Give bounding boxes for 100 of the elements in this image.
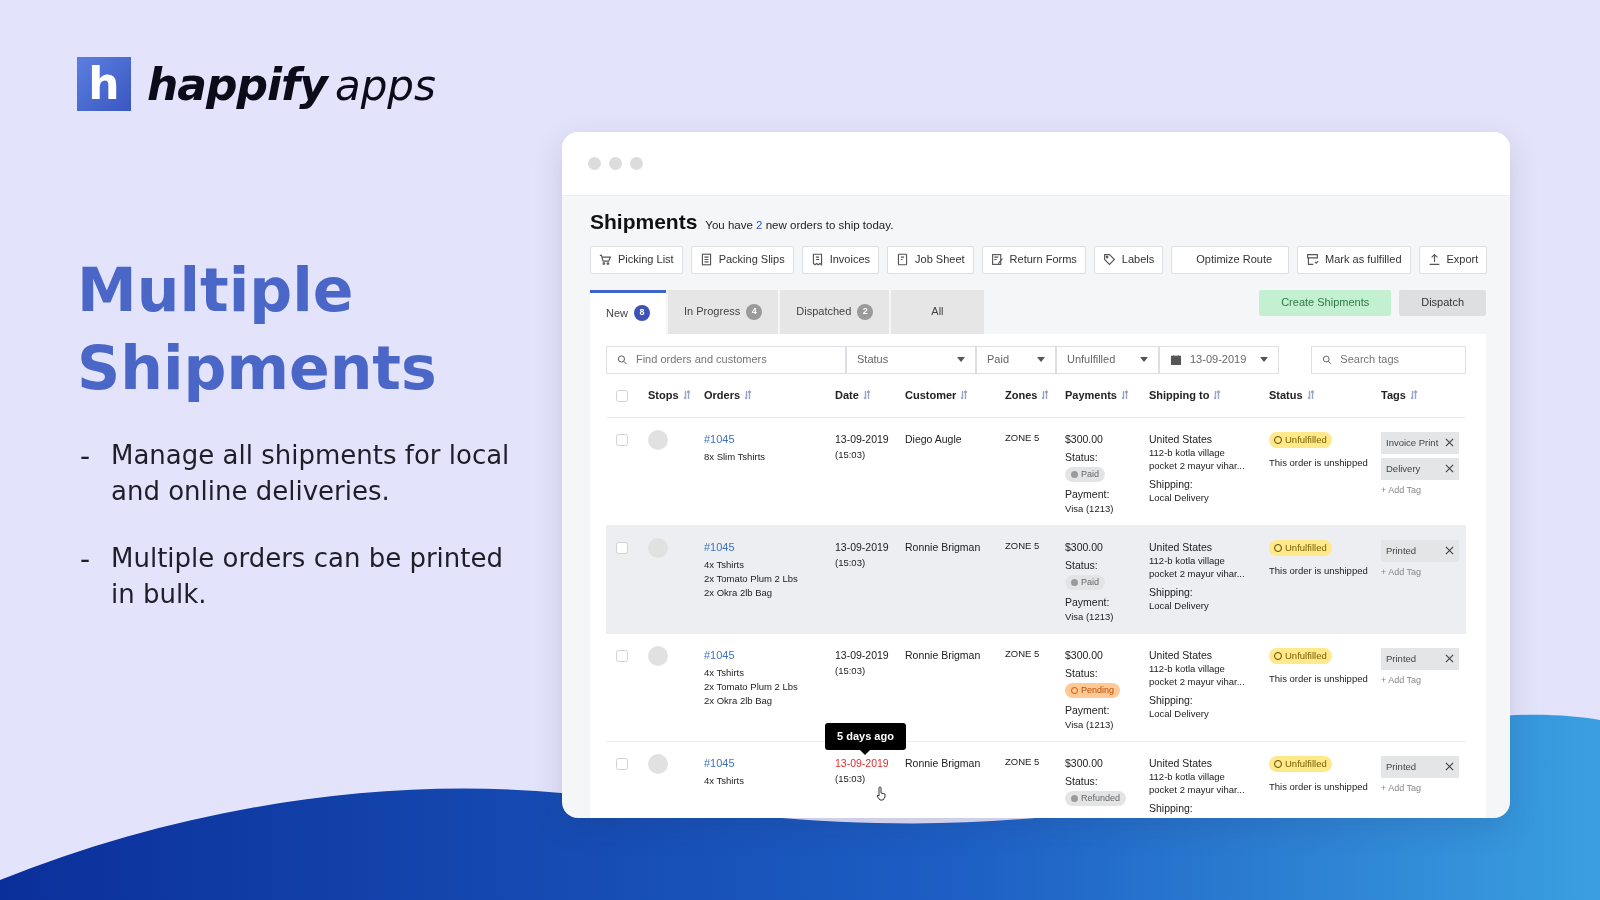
add-tag-link[interactable]: + Add Tag [1381,781,1466,796]
checkbox[interactable] [616,390,628,402]
column-header[interactable]: Payments [1065,386,1117,404]
tab[interactable]: New 8 [590,289,666,334]
form-icon [990,253,1004,266]
action-button[interactable]: Dispatch [1399,289,1486,316]
order-date: 13-09-2019 [835,431,889,446]
dropdown[interactable]: Status [846,345,976,374]
page-title: Shipments [590,209,698,235]
tag-chip[interactable]: Printed [1381,755,1459,778]
address-line: 112-b kotla village [1149,445,1226,460]
amount: $300.00 [1065,431,1104,446]
toolbar-button[interactable]: Job Sheet [887,245,974,274]
order-link[interactable]: #1045 [704,647,735,663]
order-date: 13-09-2019 [835,755,889,770]
order-time: (15:03) [835,448,866,463]
dropdown[interactable]: Unfulfilled [1056,345,1159,374]
search-field[interactable]: Search tags [1340,351,1455,368]
add-tag-link[interactable]: + Add Tag [1381,484,1466,498]
checkbox[interactable] [616,433,628,446]
date-picker[interactable]: 13-09-2019 [1159,345,1279,374]
search-field[interactable]: Find orders and customers [635,351,835,368]
payment-status-badge: Pending [1065,682,1121,699]
zone-text: ZONE 5 [1005,755,1041,769]
order-date: 13-09-2019 [835,647,889,662]
caret-icon [1037,357,1045,362]
column-header[interactable]: Stops [648,386,679,404]
country: United States [1149,431,1214,446]
order-time: (15:03) [835,556,866,571]
sort-icon [1121,390,1129,400]
column-header[interactable]: Customer [905,386,957,404]
address-line: pocket 2 mayur vihar... [1149,459,1246,474]
search-box[interactable]: Search tags [1311,345,1466,374]
tag-chip[interactable]: Printed [1381,539,1459,562]
order-item: 4x Tshirts [704,774,745,789]
order-date: 13-09-2019 [835,539,889,554]
status-note: This order is unshipped [1269,564,1369,579]
amount: $300.00 [1065,539,1104,554]
count-badge: 4 [746,303,763,320]
column-header[interactable]: Status [1269,386,1303,404]
shipping-method: Local Delivery [1149,491,1210,506]
order-link[interactable]: #1045 [704,539,735,555]
toolbar-button[interactable]: Packing Slips [690,245,794,274]
search-box[interactable]: Find orders and customers [606,345,846,374]
checkbox[interactable] [616,541,628,554]
field-label: Shipping: [1149,801,1194,816]
toolbar-button[interactable]: Picking List [590,245,683,274]
toolbar-button[interactable]: Invoices [801,245,880,274]
field-label: Shipping: [1149,693,1194,708]
sort-icon [1041,390,1050,400]
toolbar-button[interactable]: Labels [1093,245,1164,274]
caret-icon [1260,357,1268,362]
column-header[interactable]: Zones [1005,386,1038,404]
field-label: Shipping: [1149,477,1194,492]
tab[interactable]: All [891,289,984,334]
upload-icon [1427,253,1441,266]
column-header[interactable]: Shipping to [1149,386,1210,404]
status-note: This order is unshipped [1269,456,1369,471]
column-header[interactable]: Date [835,386,859,404]
column-header[interactable]: Orders [704,386,741,404]
column-header[interactable]: Tags [1381,386,1406,404]
payment-status-badge: Paid [1065,574,1105,591]
order-link[interactable]: #1045 [704,755,735,771]
payment-status-badge: Refunded [1065,790,1127,807]
address-line: pocket 2 mayur vihar... [1149,675,1246,690]
toolbar-button[interactable]: Optimize Route [1171,245,1290,274]
sort-icon [744,390,753,400]
window-dot[interactable] [588,157,601,170]
dropdown[interactable]: Paid [976,345,1056,374]
order-item: 2x Okra 2lb Bag [704,585,774,600]
toolbar-button[interactable]: Return Forms [981,245,1086,274]
window-dot[interactable] [630,157,643,170]
customer-name: Diego Augle [905,431,963,446]
tab[interactable]: In Progress 4 [668,289,779,334]
toolbar-button[interactable]: Export [1418,245,1488,274]
bullet-text: Multiple orders can be printed in bulk. [111,541,504,612]
card-text: Visa (1213) [1065,717,1115,732]
add-tag-link[interactable]: + Add Tag [1381,673,1466,688]
brand-suffix: apps [334,60,436,110]
card-text: Visa (1213) [1065,609,1115,624]
field-label: Payment: [1065,703,1111,718]
order-item: 4x Tshirts [704,558,745,573]
field-label: Status: [1065,557,1099,572]
sort-icon [1409,390,1418,400]
checkbox[interactable] [616,649,628,662]
address-line: 112-b kotla village [1149,661,1226,676]
tag-chip[interactable]: Invoice Print [1381,431,1459,454]
toolbar-button[interactable]: Mark as fulfilled [1297,245,1411,274]
search-icon [1322,353,1333,366]
checkbox[interactable] [616,757,628,770]
zone-text: ZONE 5 [1005,539,1041,553]
close-icon [1445,762,1454,772]
order-time: (15:03) [835,772,866,787]
tab[interactable]: Dispatched 2 [780,289,890,334]
order-item: 2x Tomato Plum 2 Lbs [704,572,799,586]
window-dot[interactable] [609,157,622,170]
tag-chip[interactable]: Delivery [1381,457,1459,480]
caret-icon [957,357,965,362]
tag-chip[interactable]: Printed [1381,647,1459,670]
order-link[interactable]: #1045 [704,431,735,447]
